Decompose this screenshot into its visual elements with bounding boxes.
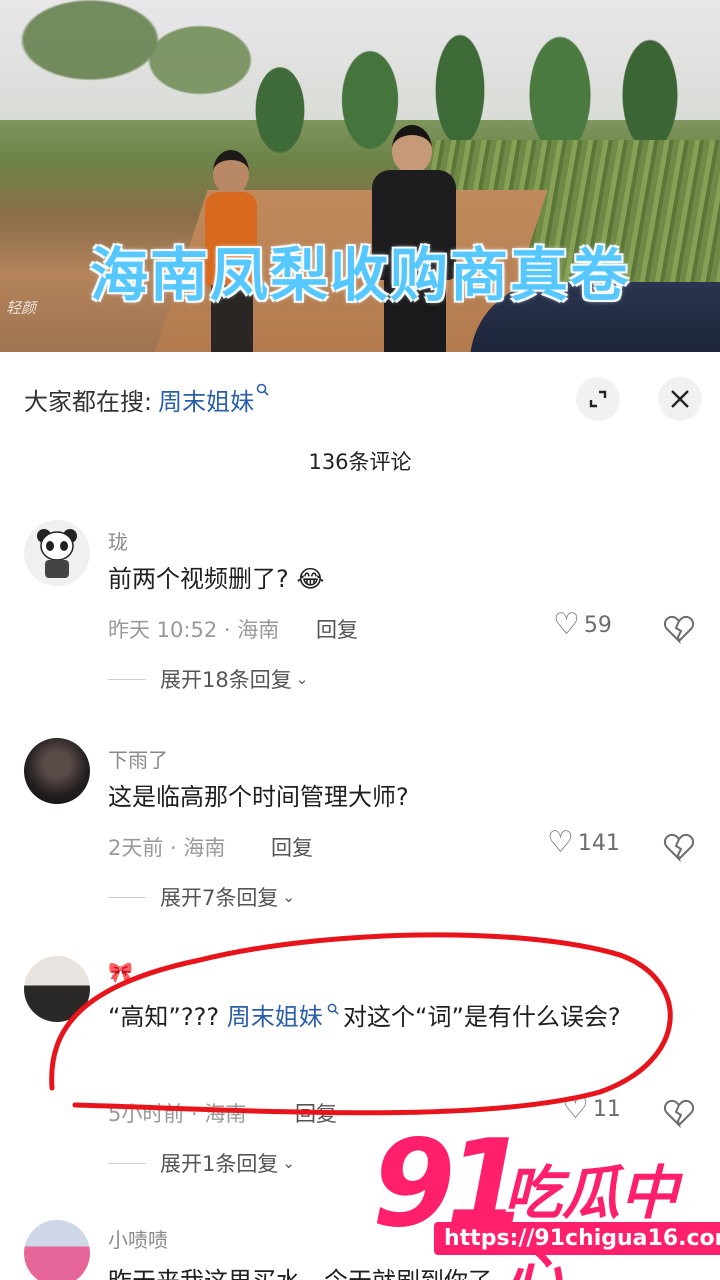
- trending-search-keyword[interactable]: 周末姐妹: [158, 382, 254, 417]
- like-count: 59: [583, 612, 612, 638]
- expand-icon: [589, 390, 607, 408]
- reply-button[interactable]: 回复: [316, 614, 358, 644]
- video-frame[interactable]: 海南凤梨收购商真卷 轻颜: [0, 0, 720, 352]
- comment-text-body: 前两个视频删了?: [108, 565, 289, 593]
- expand-replies-button[interactable]: 展开18条回复 ⌄: [108, 664, 308, 694]
- divider: [108, 1162, 146, 1164]
- expand-button[interactable]: [576, 377, 620, 421]
- search-icon: [323, 1003, 343, 1019]
- trending-search[interactable]: 大家都在搜: 周末姐妹: [24, 382, 269, 417]
- comment-text: “高知”??? 周末姐妹 对这个“词”是有什么误会?: [108, 996, 688, 1043]
- comment-meta: 昨天 10:52 · 海南: [108, 618, 280, 642]
- comment-text-after: 对这个“词”是有什么误会?: [343, 1003, 621, 1031]
- expand-replies-button[interactable]: 展开1条回复 ⌄: [108, 1148, 295, 1178]
- laughing-emoji-icon: 😂: [296, 565, 325, 593]
- comment-meta: 5小时前 · 海南: [108, 1102, 247, 1126]
- comment-text: 前两个视频删了? 😂: [108, 558, 688, 600]
- like-button[interactable]: ♡ 141: [547, 828, 620, 858]
- heart-icon: ♡: [553, 607, 580, 642]
- reply-button[interactable]: 回复: [295, 1098, 337, 1128]
- comment-count: 136条评论: [308, 450, 412, 474]
- expand-replies-button[interactable]: 展开7条回复 ⌄: [108, 882, 295, 912]
- video-watermark: 轻颜: [6, 299, 37, 317]
- logo-url: https://91chigua16.com: [434, 1222, 720, 1255]
- comment-meta: 2天前 · 海南: [108, 836, 226, 860]
- search-icon: [256, 383, 269, 400]
- avatar[interactable]: [24, 956, 90, 1022]
- comment-text-before: “高知”???: [108, 1003, 220, 1031]
- site-watermark-logo: 91 吃瓜中心 https://91chigua16.com: [372, 1120, 720, 1280]
- divider: [108, 896, 146, 898]
- broken-heart-icon[interactable]: [662, 830, 696, 864]
- like-button[interactable]: ♡ 59: [553, 610, 612, 640]
- divider: [108, 678, 146, 680]
- video-title: 海南凤梨收购商真卷: [89, 241, 630, 309]
- close-button[interactable]: [658, 377, 702, 421]
- chevron-down-icon: ⌄: [282, 1154, 295, 1172]
- heart-icon: ♡: [547, 825, 574, 860]
- broken-heart-icon[interactable]: [662, 612, 696, 646]
- like-count: 11: [592, 1096, 621, 1122]
- video-trees: [240, 0, 720, 160]
- close-icon: [671, 390, 689, 408]
- like-count: 141: [577, 830, 620, 856]
- avatar[interactable]: [24, 520, 90, 586]
- avatar[interactable]: [24, 1220, 90, 1280]
- avatar[interactable]: [24, 738, 90, 804]
- reply-button[interactable]: 回复: [271, 832, 313, 862]
- chevron-down-icon: ⌄: [282, 888, 295, 906]
- comment-username[interactable]: 小啧啧: [108, 1224, 168, 1253]
- comment-keyword-link[interactable]: 周末姐妹: [227, 1003, 323, 1031]
- comment-username[interactable]: 下雨了: [108, 744, 168, 773]
- expand-replies-label: 展开18条回复: [160, 668, 292, 692]
- comment-username[interactable]: 珑: [108, 526, 128, 555]
- comment-username[interactable]: 🎀: [108, 960, 133, 984]
- logo-name: 吃瓜中心: [504, 1159, 679, 1280]
- comment-text: 这是临高那个时间管理大师?: [108, 783, 409, 811]
- expand-replies-label: 展开1条回复: [160, 1152, 279, 1176]
- chevron-down-icon: ⌄: [295, 670, 309, 688]
- expand-replies-label: 展开7条回复: [160, 886, 279, 910]
- trending-search-prefix: 大家都在搜:: [24, 388, 153, 416]
